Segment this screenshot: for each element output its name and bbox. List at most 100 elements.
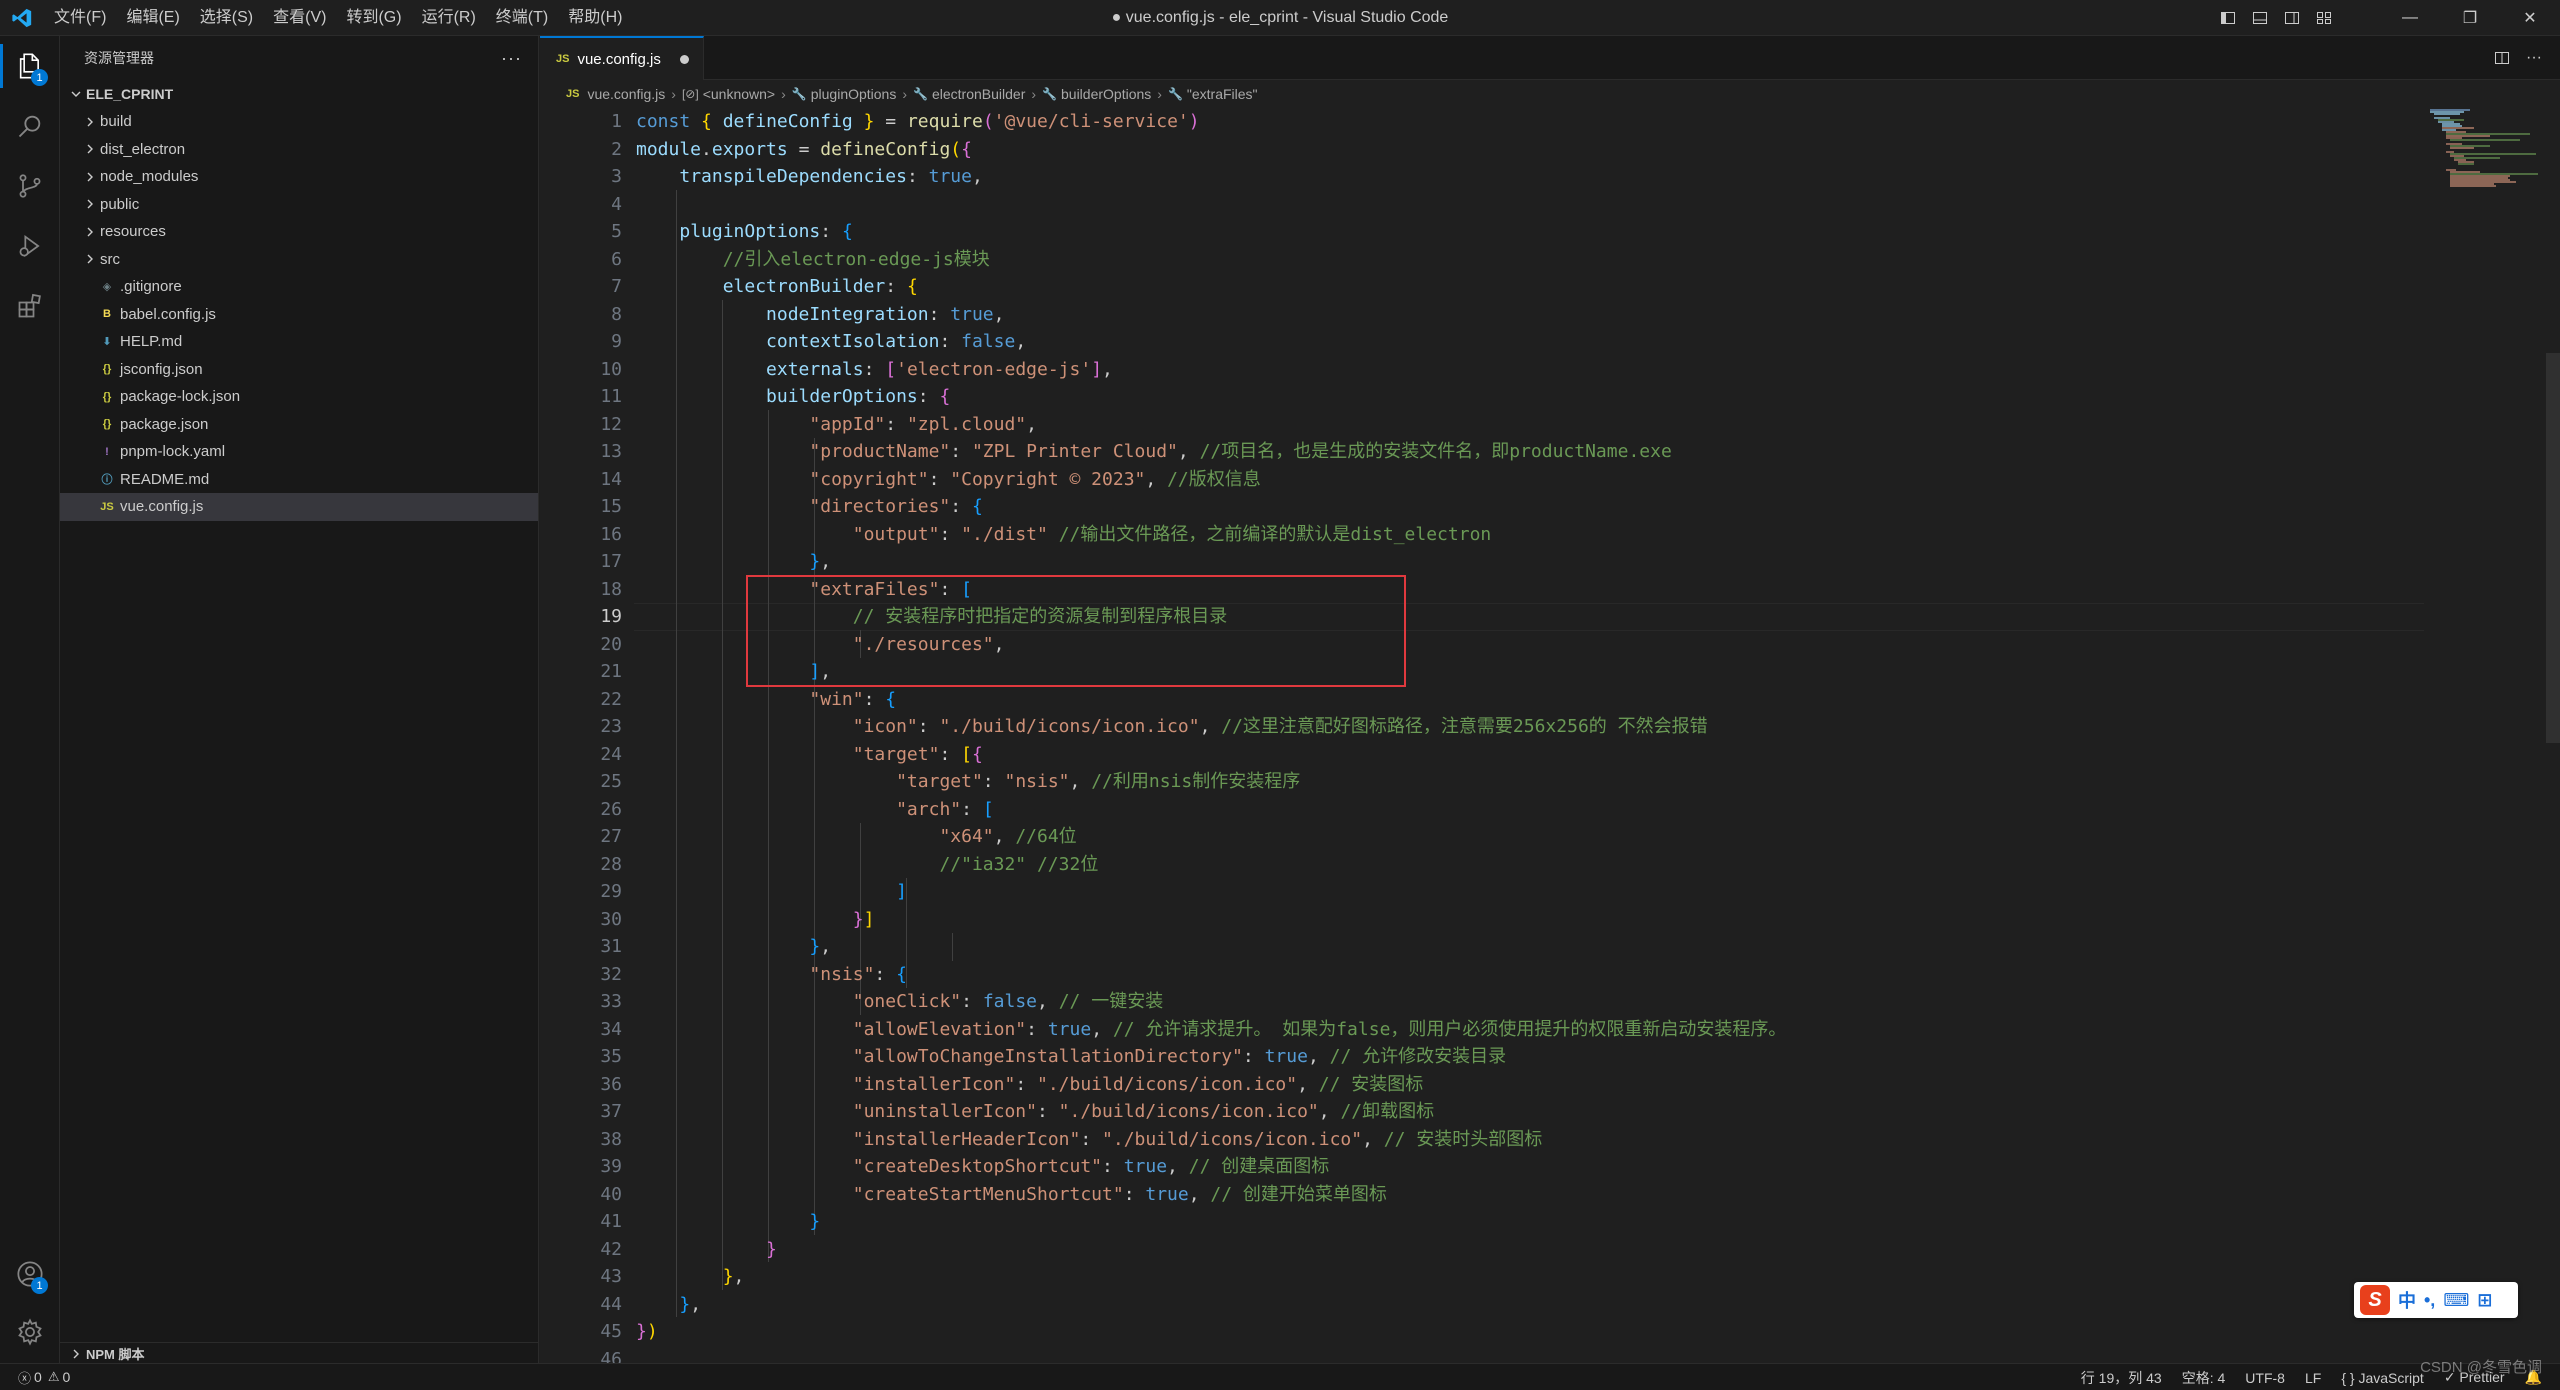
search-icon[interactable]: [0, 96, 60, 156]
breadcrumb-item[interactable]: builderOptions: [1061, 86, 1151, 102]
code-line: electronBuilder: {: [636, 273, 1786, 301]
breadcrumb-file[interactable]: vue.config.js: [587, 86, 665, 102]
code-line: },: [636, 1263, 1786, 1291]
error-icon[interactable]: ⓧ: [18, 1368, 31, 1387]
extensions-icon[interactable]: [0, 276, 60, 336]
ime-keyboard-icon[interactable]: ⌨: [2443, 1290, 2469, 1311]
code-line: "installerHeaderIcon": "./build/icons/ic…: [636, 1126, 1786, 1154]
indentation[interactable]: 空格: 4: [2182, 1368, 2226, 1388]
breadcrumb-item[interactable]: pluginOptions: [811, 86, 897, 102]
folder-item[interactable]: node_modules: [60, 163, 538, 191]
chevron-right-icon: ›: [902, 86, 908, 102]
more-actions-button[interactable]: ···: [501, 48, 522, 69]
file-label: .gitignore: [120, 278, 182, 296]
menu-file[interactable]: 文件(F): [44, 0, 116, 36]
run-debug-icon[interactable]: [0, 216, 60, 276]
breadcrumb-item[interactable]: <unknown>: [703, 86, 775, 102]
file-item[interactable]: ◈ .gitignore: [60, 273, 538, 301]
folder-item[interactable]: dist_electron: [60, 136, 538, 164]
breadcrumb-item[interactable]: electronBuilder: [932, 86, 1025, 102]
ime-toolbar[interactable]: S 中 •, ⌨ ⊞: [2354, 1282, 2518, 1318]
tab-vue-config[interactable]: JS vue.config.js: [540, 36, 704, 80]
error-count[interactable]: 0: [34, 1369, 42, 1385]
end-of-line[interactable]: LF: [2305, 1370, 2321, 1386]
code-token: :: [928, 303, 951, 325]
npm-scripts-section[interactable]: NPM 脚本: [60, 1342, 539, 1364]
code-token: transpileDependencies: [679, 166, 907, 187]
file-type-icon: {}: [102, 418, 112, 431]
toggle-sidebar-icon[interactable]: [2212, 0, 2244, 36]
accounts-icon[interactable]: 1: [0, 1244, 60, 1304]
explorer-icon[interactable]: 1: [0, 36, 60, 96]
code-line: //引入electron-edge-js模块: [636, 246, 1786, 274]
customize-layout-icon[interactable]: [2308, 0, 2340, 36]
file-item[interactable]: {} package-lock.json: [60, 383, 538, 411]
line-number: 36: [600, 1073, 622, 1095]
menu-go[interactable]: 转到(G): [336, 0, 411, 36]
code-token: ,: [1307, 1046, 1330, 1067]
unsaved-dot-icon[interactable]: [680, 54, 689, 64]
code-token: :: [939, 523, 962, 545]
npm-scripts-label: NPM 脚本: [86, 1347, 145, 1362]
ime-punctuation[interactable]: •,: [2424, 1290, 2435, 1311]
code-token: pluginOptions: [679, 221, 821, 242]
breadcrumb-item[interactable]: "extraFiles": [1187, 86, 1258, 102]
code-token: "directories": [809, 496, 951, 517]
code-token: :: [1026, 1018, 1048, 1040]
file-item[interactable]: ! pnpm-lock.yaml: [60, 438, 538, 466]
minimap[interactable]: [2430, 108, 2540, 308]
chevron-right-icon: ›: [671, 86, 676, 102]
folder-item[interactable]: build: [60, 108, 538, 136]
menu-selection[interactable]: 选择(S): [190, 0, 263, 36]
file-item[interactable]: {} package.json: [60, 411, 538, 439]
close-button[interactable]: ✕: [2500, 0, 2560, 36]
ime-chinese-mode[interactable]: 中: [2398, 1287, 2416, 1313]
code-token: "ZPL Printer Cloud": [971, 441, 1178, 462]
settings-gear-icon[interactable]: [0, 1302, 60, 1362]
maximize-button[interactable]: ❐: [2440, 0, 2500, 36]
warning-count[interactable]: 0: [62, 1369, 70, 1385]
project-section[interactable]: ELE_CPRINT: [60, 80, 538, 108]
toggle-panel-icon[interactable]: [2244, 0, 2276, 36]
file-item[interactable]: {} jsconfig.json: [60, 356, 538, 384]
code-token: ): [646, 1321, 658, 1342]
code-line: const { defineConfig } = require('@vue/c…: [636, 108, 1786, 136]
cursor-position[interactable]: 行 19，列 43: [2081, 1368, 2162, 1388]
chevron-right-icon: ›: [1157, 86, 1162, 102]
encoding[interactable]: UTF-8: [2245, 1370, 2285, 1386]
folder-item[interactable]: resources: [60, 218, 538, 246]
menu-terminal[interactable]: 终端(T): [486, 0, 558, 36]
code-editor[interactable]: 1 2 3 4 5 6 7 8 9 10 11 12 13 14 15 16 17 18 19 20 21 22 23 24 2…: [540, 108, 2560, 1363]
code-token: }: [679, 1293, 691, 1315]
code-token: require: [906, 111, 983, 132]
menu-view[interactable]: 查看(V): [263, 0, 336, 36]
file-item[interactable]: ⬇ HELP.md: [60, 328, 538, 356]
code-line: "productName": "ZPL Printer Cloud", //项目…: [636, 438, 1786, 466]
watermark: CSDN @冬雪色调: [2420, 1359, 2542, 1376]
toggle-secondary-sidebar-icon[interactable]: [2276, 0, 2308, 36]
warning-icon[interactable]: ⚠: [48, 1369, 60, 1385]
split-editor-icon[interactable]: [2486, 40, 2518, 76]
file-item[interactable]: JS vue.config.js: [60, 493, 538, 521]
language-mode[interactable]: { } JavaScript: [2341, 1370, 2424, 1386]
menu-edit[interactable]: 编辑(E): [116, 0, 189, 36]
folder-item[interactable]: public: [60, 191, 538, 219]
ime-toolbox-icon[interactable]: ⊞: [2477, 1290, 2492, 1311]
menu-run[interactable]: 运行(R): [412, 0, 486, 36]
vertical-scrollbar[interactable]: [2546, 108, 2560, 1363]
minimize-button[interactable]: —: [2380, 0, 2440, 36]
source-control-icon[interactable]: [0, 156, 60, 216]
file-item[interactable]: Bbabel.config.js: [60, 301, 538, 329]
folder-item[interactable]: src: [60, 246, 538, 274]
code-token: "target": [896, 771, 983, 792]
code-token: (: [982, 111, 994, 132]
more-actions-icon[interactable]: ···: [2518, 40, 2550, 76]
scrollbar-thumb[interactable]: [2546, 353, 2560, 743]
menu-help[interactable]: 帮助(H): [558, 0, 632, 36]
file-item[interactable]: ⓘ README.md: [60, 466, 538, 494]
code-line: //"ia32" //32位: [636, 851, 1786, 879]
